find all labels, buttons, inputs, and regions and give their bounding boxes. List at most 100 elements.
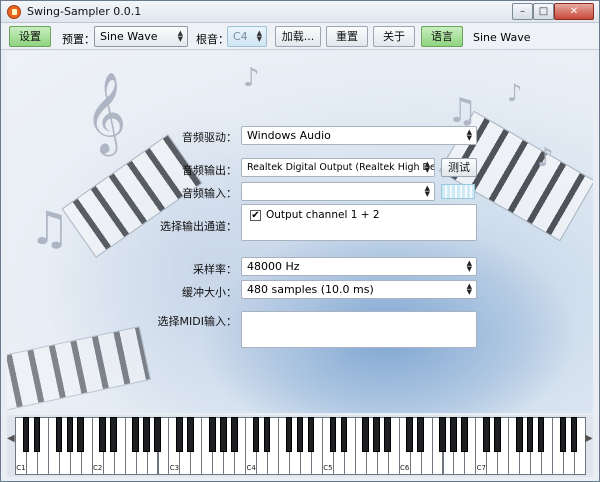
settings-button[interactable]: 设置 (9, 26, 51, 47)
reset-button[interactable]: 重置 (326, 26, 368, 47)
music-note-icon: ♪ (507, 79, 523, 107)
octave-label: C5 (323, 464, 333, 472)
black-key[interactable] (176, 417, 183, 452)
black-key[interactable] (526, 417, 534, 452)
buffer-size-value: 480 samples (10.0 ms) (247, 283, 374, 296)
midi-input-list[interactable] (241, 311, 477, 348)
black-key[interactable] (55, 417, 63, 452)
black-key[interactable] (373, 417, 380, 452)
black-key[interactable] (263, 417, 271, 452)
black-key[interactable] (537, 417, 545, 452)
preset-label: 预置： (62, 33, 95, 46)
title-bar: Swing-Sampler 0.0.1 – □ ✕ (1, 1, 599, 23)
close-button[interactable]: ✕ (554, 3, 594, 20)
sample-rate-label: 采样率： (193, 263, 237, 276)
audio-output-value: Realtek Digital Output (Realtek High Def… (247, 162, 435, 173)
black-key[interactable] (285, 417, 293, 452)
test-button[interactable]: 测试 (441, 158, 477, 177)
black-key[interactable] (515, 417, 523, 452)
preset-select[interactable]: Sine Wave ▲ ▼ (94, 26, 188, 47)
black-key[interactable] (362, 417, 370, 452)
black-key[interactable] (483, 417, 490, 452)
black-key[interactable] (66, 417, 74, 452)
maximize-button[interactable]: □ (533, 3, 554, 20)
treble-clef-icon: 𝄞 (85, 71, 127, 153)
sample-rate-value: 48000 Hz (247, 260, 300, 273)
black-key[interactable] (307, 417, 315, 452)
black-key[interactable] (384, 417, 391, 452)
piano-keyboard-area: ◀ C1 C2 C3 C4 C5 C6 C7 ▶ (7, 415, 593, 477)
output-channels-list: ✔ Output channel 1 + 2 (241, 204, 477, 241)
language-button[interactable]: 语言 (421, 26, 463, 47)
root-note-select[interactable]: C4 ▲ ▼ (227, 26, 267, 47)
black-key[interactable] (406, 417, 413, 452)
output-channel-checkbox[interactable]: ✔ (250, 210, 261, 221)
octave-label: C3 (169, 464, 180, 472)
black-key[interactable] (187, 417, 194, 452)
black-key[interactable] (154, 417, 161, 452)
black-key[interactable] (219, 417, 227, 452)
black-key[interactable] (494, 417, 501, 452)
updown-arrows-icon: ▲ ▼ (424, 184, 430, 198)
settings-panel: 𝄞 ♫ ♪ ♫ ♪ ♪ 音频驱动： Windows Audio ▲ ▼ 音频输出：… (7, 51, 593, 413)
buffer-size-label: 缓冲大小： (182, 286, 237, 299)
audio-output-label: 音频输出： (182, 164, 237, 177)
black-key[interactable] (99, 417, 106, 452)
black-key[interactable] (340, 417, 348, 452)
sample-rate-select[interactable]: 48000 Hz ▲ ▼ (241, 257, 477, 276)
updown-arrows-icon: ▲ ▼ (466, 259, 472, 273)
music-note-icon: ♪ (243, 63, 260, 93)
black-key[interactable] (329, 417, 337, 452)
minimize-button[interactable]: – (512, 3, 533, 20)
music-note-icon: ♫ (447, 91, 478, 131)
octave-label: C6 (399, 464, 410, 472)
root-label: 根音： (196, 33, 229, 46)
audio-driver-label: 音频驱动： (182, 131, 237, 144)
octave-label: C7 (476, 464, 487, 472)
audio-input-label: 音频输入： (182, 187, 237, 200)
black-key[interactable] (143, 417, 150, 452)
root-note-value: C4 (233, 30, 248, 43)
octave-label: C4 (246, 464, 256, 472)
scroll-left-icon[interactable]: ◀ (7, 433, 15, 444)
audio-output-select[interactable]: Realtek Digital Output (Realtek High Def… (241, 158, 435, 177)
black-key[interactable] (209, 417, 216, 452)
scroll-right-icon[interactable]: ▶ (585, 433, 593, 444)
output-channel-label: Output channel 1 + 2 (266, 209, 380, 221)
input-level-meter (441, 184, 475, 199)
black-key[interactable] (33, 417, 41, 452)
load-button[interactable]: 加载... (275, 26, 321, 47)
audio-driver-select[interactable]: Windows Audio ▲ ▼ (241, 126, 477, 145)
piano-keyboard[interactable]: C1 C2 C3 C4 C5 C6 C7 (15, 417, 586, 475)
midi-input-label: 选择MIDI输入： (157, 315, 237, 328)
black-key[interactable] (132, 417, 139, 452)
music-note-icon: ♪ (537, 143, 554, 173)
black-key[interactable] (461, 417, 468, 452)
audio-driver-value: Windows Audio (247, 129, 331, 142)
black-key[interactable] (296, 417, 304, 452)
updown-arrows-icon: ▲ ▼ (424, 160, 430, 174)
black-key[interactable] (22, 417, 30, 452)
audio-input-select[interactable]: ▲ ▼ (241, 182, 435, 201)
buffer-size-select[interactable]: 480 samples (10.0 ms) ▲ ▼ (241, 280, 477, 299)
music-note-icon: ♫ (29, 201, 71, 255)
updown-arrows-icon: ▲ ▼ (177, 29, 183, 43)
app-window: Swing-Sampler 0.0.1 – □ ✕ 设置 预置： Sine Wa… (0, 0, 600, 482)
current-preset-name: Sine Wave (473, 31, 531, 44)
black-key[interactable] (450, 417, 457, 452)
updown-arrows-icon: ▲ ▼ (256, 29, 262, 43)
black-key[interactable] (417, 417, 424, 452)
black-key[interactable] (230, 417, 238, 452)
black-key[interactable] (110, 417, 117, 452)
about-button[interactable]: 关于 (373, 26, 415, 47)
toolbar: 设置 预置： Sine Wave ▲ ▼ 根音： C4 ▲ ▼ 加载... 重置 关… (1, 23, 599, 50)
black-key[interactable] (439, 417, 446, 452)
updown-arrows-icon: ▲ ▼ (466, 128, 472, 142)
app-icon (7, 5, 21, 19)
octave-label: C2 (93, 464, 103, 472)
window-title: Swing-Sampler 0.0.1 (27, 5, 142, 18)
black-key[interactable] (252, 417, 260, 452)
black-key[interactable] (77, 417, 85, 452)
black-key[interactable] (570, 417, 578, 452)
black-key[interactable] (559, 417, 567, 452)
